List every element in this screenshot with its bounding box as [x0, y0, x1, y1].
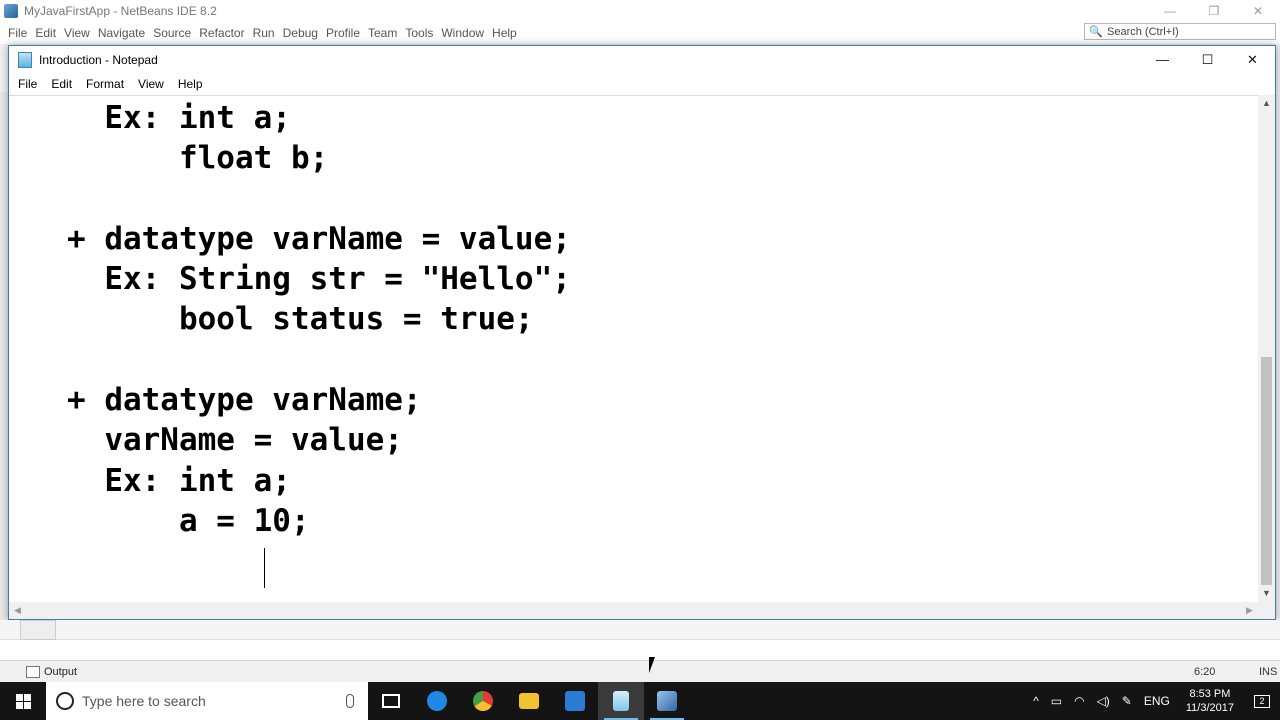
nb-menu-profile[interactable]: Profile [322, 22, 364, 44]
start-button[interactable] [0, 682, 46, 720]
search-icon: 🔍 [1089, 26, 1103, 38]
horizontal-scrollbar[interactable]: ◀ ▶ [9, 602, 1258, 619]
text-line: a = 10; [11, 503, 310, 539]
pen-icon[interactable]: ✎ [1116, 694, 1138, 708]
text-line: + datatype varName = value; [11, 221, 571, 257]
np-menu-file[interactable]: File [11, 77, 44, 91]
nb-menu-navigate[interactable]: Navigate [94, 22, 149, 44]
folder-icon [519, 693, 539, 709]
nb-menu-window[interactable]: Window [437, 22, 488, 44]
output-window-icon [26, 665, 40, 678]
nb-menu-source[interactable]: Source [149, 22, 195, 44]
notepad-window-title: Introduction - Notepad [39, 53, 158, 67]
np-menu-view[interactable]: View [131, 77, 171, 91]
notepad-titlebar[interactable]: Introduction - Notepad — ☐ ✕ [9, 46, 1275, 74]
clock-time: 8:53 PM [1189, 688, 1231, 700]
netbeans-left-panel-strip [0, 92, 8, 642]
notepad-window-controls: — ☐ ✕ [1140, 46, 1275, 74]
taskbar-notepad[interactable] [598, 682, 644, 720]
netbeans-search-placeholder: Search (Ctrl+I) [1107, 25, 1179, 38]
vertical-scrollbar[interactable]: ▲ ▼ [1258, 95, 1275, 602]
netbeans-search-field[interactable]: 🔍 Search (Ctrl+I) [1084, 23, 1276, 40]
notification-count-badge: 2 [1254, 694, 1270, 708]
netbeans-strip-tab[interactable] [20, 620, 56, 640]
netbeans-window-controls: — ❐ ✕ [1148, 0, 1280, 22]
taskbar-store[interactable] [552, 682, 598, 720]
text-line: Ex: int a; [11, 463, 291, 499]
task-view-button[interactable] [368, 682, 414, 720]
netbeans-editor-strip [0, 620, 1280, 640]
netbeans-restore-button[interactable]: ❐ [1192, 0, 1236, 22]
netbeans-minimize-button[interactable]: — [1148, 0, 1192, 22]
nb-menu-edit[interactable]: Edit [31, 22, 60, 44]
text-line: float b; [11, 140, 329, 176]
np-menu-edit[interactable]: Edit [44, 77, 79, 91]
taskbar-search-placeholder: Type here to search [82, 693, 206, 709]
nb-menu-view[interactable]: View [60, 22, 94, 44]
notepad-maximize-button[interactable]: ☐ [1185, 46, 1230, 74]
nb-menu-file[interactable]: File [4, 22, 31, 44]
taskbar-file-explorer[interactable] [506, 682, 552, 720]
cortana-icon [56, 692, 74, 710]
action-center-button[interactable]: 2 [1244, 682, 1280, 720]
nb-menu-debug[interactable]: Debug [279, 22, 322, 44]
text-line: + datatype varName; [11, 382, 422, 418]
nb-menu-help[interactable]: Help [488, 22, 521, 44]
notepad-app-icon [18, 52, 32, 68]
taskbar-netbeans[interactable] [644, 682, 690, 720]
np-menu-help[interactable]: Help [171, 77, 210, 91]
caret-position: 6:20 [1194, 665, 1216, 678]
clock[interactable]: 8:53 PM 11/3/2017 [1176, 687, 1244, 715]
np-menu-format[interactable]: Format [79, 77, 131, 91]
notepad-text-area[interactable]: Ex: int a; float b; + datatype varName =… [9, 95, 1258, 602]
taskbar-search-box[interactable]: Type here to search [46, 682, 368, 720]
netbeans-titlebar: MyJavaFirstApp - NetBeans IDE 8.2 — ❐ ✕ [0, 0, 1280, 22]
scrollbar-corner [1258, 602, 1275, 619]
wifi-icon[interactable]: ◠ [1068, 694, 1090, 708]
store-icon [565, 691, 585, 711]
vertical-scroll-thumb[interactable] [1261, 357, 1272, 585]
windows-taskbar: Type here to search ^ ▭ ◠ ◁) ✎ ENG 8:53 … [0, 682, 1280, 720]
nb-menu-run[interactable]: Run [249, 22, 279, 44]
netbeans-icon [657, 691, 677, 711]
taskbar-chrome[interactable] [460, 682, 506, 720]
text-line: Ex: String str = "Hello"; [11, 261, 571, 297]
task-view-icon [382, 694, 400, 708]
clock-date: 11/3/2017 [1185, 702, 1234, 714]
scroll-down-arrow-icon[interactable]: ▼ [1258, 585, 1275, 602]
notepad-close-button[interactable]: ✕ [1230, 46, 1275, 74]
notepad-menubar: File Edit Format View Help [9, 74, 1275, 94]
scroll-right-arrow-icon[interactable]: ▶ [1241, 602, 1258, 619]
scroll-left-arrow-icon[interactable]: ◀ [9, 602, 26, 619]
netbeans-output-header [0, 640, 1280, 660]
nb-menu-team[interactable]: Team [364, 22, 401, 44]
text-line: varName = value; [11, 422, 403, 458]
netbeans-window-title: MyJavaFirstApp - NetBeans IDE 8.2 [24, 4, 217, 18]
text-line: Ex: int a; [11, 100, 291, 136]
show-hidden-icons-chevron-icon[interactable]: ^ [1027, 694, 1045, 708]
scroll-up-arrow-icon[interactable]: ▲ [1258, 95, 1275, 112]
netbeans-app-icon [4, 4, 18, 18]
netbeans-close-button[interactable]: ✕ [1236, 0, 1280, 22]
volume-icon[interactable]: ◁) [1091, 694, 1116, 708]
nb-menu-tools[interactable]: Tools [401, 22, 437, 44]
notepad-window: Introduction - Notepad — ☐ ✕ File Edit F… [8, 45, 1276, 620]
edge-icon [427, 691, 447, 711]
microphone-icon[interactable] [346, 694, 354, 708]
mouse-cursor-icon [649, 657, 655, 673]
text-caret [264, 548, 265, 588]
notepad-minimize-button[interactable]: — [1140, 46, 1185, 74]
insert-mode-indicator: INS [1259, 665, 1278, 678]
chrome-icon [473, 691, 493, 711]
language-indicator[interactable]: ENG [1138, 694, 1176, 708]
output-tab-label[interactable]: Output [44, 666, 77, 678]
text-line: bool status = true; [11, 301, 534, 337]
taskbar-edge[interactable] [414, 682, 460, 720]
battery-icon[interactable]: ▭ [1045, 694, 1068, 708]
windows-logo-icon [15, 693, 31, 709]
nb-menu-refactor[interactable]: Refactor [195, 22, 248, 44]
netbeans-statusbar: Output 6:20 INS [0, 660, 1280, 682]
system-tray: ^ ▭ ◠ ◁) ✎ ENG 8:53 PM 11/3/2017 2 [1027, 682, 1280, 720]
notepad-icon [613, 691, 629, 711]
